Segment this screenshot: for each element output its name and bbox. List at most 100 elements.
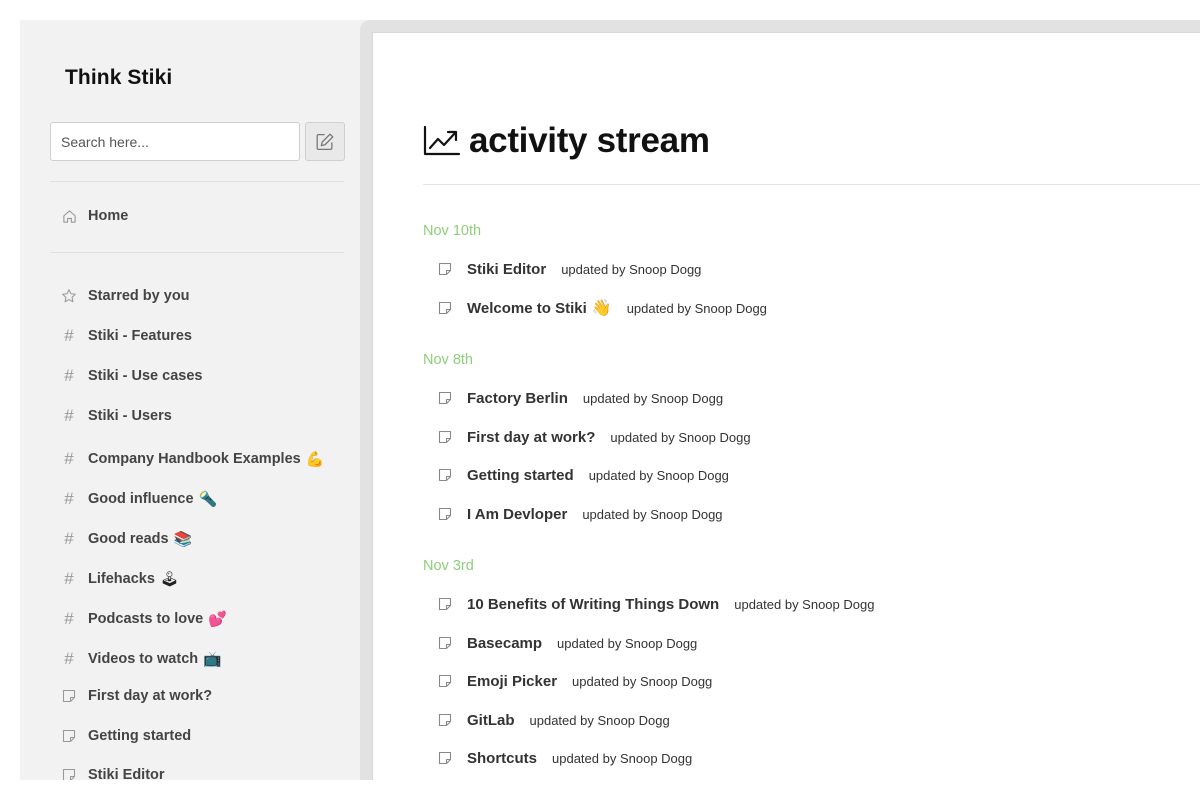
activity-item-meta: updated by Snoop Dogg xyxy=(561,261,702,277)
sidebar-item-emoji: 📺 xyxy=(203,651,222,668)
sidebar-item-label: Getting started xyxy=(88,728,192,744)
date-heading: Nov 10th xyxy=(423,223,482,239)
document-icon xyxy=(437,261,453,277)
sidebar-item[interactable]: # Videos to watch 📺 xyxy=(60,647,222,671)
hash-icon: # xyxy=(64,326,74,345)
sidebar-item[interactable]: # Stiki - Features xyxy=(60,324,192,348)
activity-item-title[interactable]: Basecamp xyxy=(467,635,542,652)
activity-item: Factory Berlin updated by Snoop Dogg xyxy=(437,386,723,410)
activity-item-meta: updated by Snoop Dogg xyxy=(572,673,713,689)
activity-item-title[interactable]: I Am Devloper xyxy=(467,506,567,523)
activity-item: Basecamp updated by Snoop Dogg xyxy=(437,631,697,655)
activity-item-title[interactable]: Getting started xyxy=(467,467,574,484)
compose-icon xyxy=(316,133,334,150)
sidebar-item-emoji: 💪 xyxy=(305,451,325,468)
document-icon xyxy=(60,727,78,745)
sidebar-item[interactable]: # Stiki - Users xyxy=(60,404,172,428)
workspace-title: Think Stiki xyxy=(65,66,173,89)
document-icon xyxy=(60,687,78,705)
activity-item-meta: updated by Snoop Dogg xyxy=(529,712,670,728)
document-icon xyxy=(437,712,453,728)
sidebar-item-label: Company Handbook Examples xyxy=(88,451,301,467)
hash-icon: # xyxy=(64,449,74,468)
sidebar-item-label: Stiki Editor xyxy=(88,767,165,780)
activity-item: Welcome to Stiki 👋 updated by Snoop Dogg xyxy=(437,296,767,320)
activity-item-meta: updated by Snoop Dogg xyxy=(588,467,729,483)
activity-item-meta: updated by Snoop Dogg xyxy=(582,506,723,522)
sidebar-item-home[interactable]: Home xyxy=(60,204,128,228)
activity-item: Shortcuts updated by Snoop Dogg xyxy=(437,746,692,770)
sidebar-item-label: Stiki - Use cases xyxy=(88,368,203,384)
sidebar-item[interactable]: # Good influence 🔦 xyxy=(60,487,217,511)
sidebar-item-label: Home xyxy=(88,208,129,224)
sidebar-item[interactable]: Getting started xyxy=(60,724,191,748)
activity-item-title[interactable]: 10 Benefits of Writing Things Down xyxy=(467,596,719,613)
activity-item-title[interactable]: Shortcuts xyxy=(467,750,537,767)
hash-icon: # xyxy=(64,406,74,425)
app-window: Think Stiki Home Starred by you # Stiki - … xyxy=(20,20,1200,780)
page-title: activity stream xyxy=(469,121,710,160)
sidebar-item[interactable]: # Company Handbook Examples 💪 xyxy=(60,447,324,471)
sidebar-item-label: Good reads xyxy=(88,531,169,547)
activity-item-title[interactable]: GitLab xyxy=(467,712,515,729)
activity-item-title[interactable]: First day at work? xyxy=(467,429,595,446)
activity-item: 10 Benefits of Writing Things Down update… xyxy=(437,592,874,616)
activity-item-title[interactable]: Emoji Picker xyxy=(467,673,557,690)
page-header: activity stream xyxy=(423,121,710,161)
hash-icon: # xyxy=(64,366,74,385)
sidebar-item[interactable]: # Podcasts to love 💕 xyxy=(60,607,227,631)
activity-item: Emoji Picker updated by Snoop Dogg xyxy=(437,669,712,693)
sidebar-item-emoji: 💕 xyxy=(208,611,227,628)
sidebar: Think Stiki Home Starred by you # Stiki - … xyxy=(20,20,360,780)
chart-line-icon xyxy=(423,125,461,156)
sidebar-item[interactable]: # Lifehacks 🕹 xyxy=(60,567,179,591)
home-icon xyxy=(60,207,78,225)
compose-button[interactable] xyxy=(305,122,345,161)
date-heading: Nov 8th xyxy=(423,352,473,368)
sidebar-item-label: First day at work? xyxy=(88,688,213,704)
document-icon xyxy=(437,506,453,522)
document-icon xyxy=(437,390,453,406)
activity-item-title[interactable]: Stiki Editor xyxy=(467,261,546,278)
document-icon xyxy=(437,750,453,766)
hash-icon: # xyxy=(64,569,74,588)
activity-item: Getting started updated by Snoop Dogg xyxy=(437,463,729,487)
sidebar-item-label: Stiki - Features xyxy=(88,328,192,344)
sidebar-item-label: Starred by you xyxy=(88,288,190,304)
sidebar-item-label: Stiki - Users xyxy=(88,408,172,424)
activity-item-meta: updated by Snoop Dogg xyxy=(626,300,767,316)
activity-item: GitLab updated by Snoop Dogg xyxy=(437,708,670,732)
sidebar-item[interactable]: Starred by you xyxy=(60,284,190,308)
sidebar-item[interactable]: Stiki Editor xyxy=(60,763,165,780)
activity-item: First day at work? updated by Snoop Dogg xyxy=(437,425,751,449)
activity-item: Stiki Editor updated by Snoop Dogg xyxy=(437,257,701,281)
main-panel: activity stream Nov 10th Stiki Editor upda… xyxy=(372,32,1200,780)
search-input[interactable] xyxy=(50,122,300,161)
sidebar-item-emoji: 🔦 xyxy=(198,491,218,508)
sidebar-divider xyxy=(50,252,344,253)
hash-icon: # xyxy=(64,529,74,548)
document-icon xyxy=(437,635,453,651)
activity-item-meta: updated by Snoop Dogg xyxy=(557,635,698,651)
sidebar-item[interactable]: # Stiki - Use cases xyxy=(60,364,202,388)
document-icon xyxy=(437,467,453,483)
hash-icon: # xyxy=(64,489,74,508)
activity-item-meta: updated by Snoop Dogg xyxy=(582,390,724,406)
hash-icon: # xyxy=(64,609,74,628)
activity-item-title[interactable]: Factory Berlin xyxy=(467,390,568,407)
date-heading: Nov 3rd xyxy=(423,558,474,574)
activity-item-title[interactable]: Welcome to Stiki xyxy=(467,300,587,317)
document-icon xyxy=(437,596,453,612)
document-icon xyxy=(60,766,78,780)
document-icon xyxy=(437,673,453,689)
sidebar-item-label: Podcasts to love xyxy=(88,611,204,627)
sidebar-item[interactable]: First day at work? xyxy=(60,684,212,708)
activity-item: I Am Devloper updated by Snoop Dogg xyxy=(437,502,723,526)
sidebar-item-label: Lifehacks xyxy=(88,571,155,587)
sidebar-item[interactable]: # Good reads 📚 xyxy=(60,527,192,551)
sidebar-item-emoji: 📚 xyxy=(173,531,193,548)
activity-item-meta: updated by Snoop Dogg xyxy=(610,429,751,445)
document-icon xyxy=(437,429,453,445)
main-frame: activity stream Nov 10th Stiki Editor upda… xyxy=(360,20,1200,780)
document-icon xyxy=(437,300,453,316)
